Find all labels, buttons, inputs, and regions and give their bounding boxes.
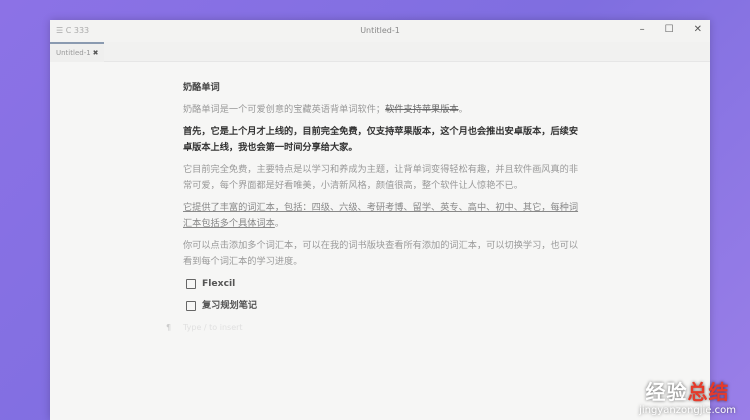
checkbox[interactable] bbox=[186, 301, 196, 311]
p1-text: 奶酪单词是一个可爱创意的宝藏英语背单词软件； bbox=[183, 104, 386, 115]
p1-end: 。 bbox=[458, 104, 468, 115]
underlined-text: 它提供了丰富的词汇本，包括：四级、六级、考研考博、留学、英专、高中、初中、其它，… bbox=[183, 202, 579, 229]
empty-line-placeholder[interactable]: ¶ Type / to insert bbox=[166, 320, 583, 336]
checkbox[interactable] bbox=[186, 279, 196, 289]
document-body[interactable]: 奶酪单词 奶酪单词是一个可爱创意的宝藏英语背单词软件；软件支持苹果版本。 首先，… bbox=[166, 80, 583, 336]
editor-window: ☰ C 333 Untitled-1 – ☐ ✕ Untitled-1 ✖ 奶酪单… bbox=[50, 20, 710, 420]
tab-label: Untitled-1 bbox=[56, 49, 91, 57]
task-item: Flexcil bbox=[186, 276, 583, 292]
tab-bar: Untitled-1 ✖ bbox=[50, 42, 710, 62]
task-label: 复习规划笔记 bbox=[202, 300, 258, 311]
paragraph-2: 首先，它是上个月才上线的，目前完全免费，仅支持苹果版本，这个月也会推出安卓版本，… bbox=[183, 126, 579, 153]
watermark-text-a: 经验 bbox=[645, 380, 688, 404]
close-button[interactable]: ✕ bbox=[694, 24, 702, 35]
doc-heading: 奶酪单词 bbox=[183, 82, 220, 93]
task-label: Flexcil bbox=[202, 278, 236, 289]
task-item: 复习规划笔记 bbox=[186, 298, 583, 314]
paragraph-4: 它提供了丰富的词汇本，包括：四级、六级、考研考博、留学、英专、高中、初中、其它，… bbox=[183, 200, 583, 232]
paragraph-5: 你可以点击添加多个词汇本，可以在我的词书版块查看所有添加的词汇本，可以切换学习，… bbox=[183, 240, 579, 267]
paragraph-3: 它目前完全免费，主要特点是以学习和养成为主题，让背单词变得轻松有趣，并且软件画风… bbox=[183, 164, 579, 191]
paragraph-1: 奶酪单词是一个可爱创意的宝藏英语背单词软件；软件支持苹果版本。 bbox=[183, 102, 583, 118]
watermark: 经验总结 jingyanzongjie.com bbox=[639, 376, 736, 416]
minimize-button[interactable]: – bbox=[640, 24, 645, 35]
title-bar: ☰ C 333 Untitled-1 – ☐ ✕ bbox=[50, 20, 710, 42]
watermark-text-b: 总结 bbox=[687, 380, 730, 404]
tab-untitled-1[interactable]: Untitled-1 ✖ bbox=[50, 42, 104, 62]
placeholder-text: Type / to insert bbox=[183, 323, 243, 332]
tab-close-icon[interactable]: ✖ bbox=[93, 49, 99, 57]
watermark-url: jingyanzongjie.com bbox=[639, 405, 736, 416]
maximize-button[interactable]: ☐ bbox=[665, 24, 674, 35]
window-title: Untitled-1 bbox=[360, 26, 400, 35]
p4-end: 。 bbox=[274, 218, 285, 229]
pilcrow-icon: ¶ bbox=[166, 323, 172, 332]
strikethrough-text: 软件支持苹果版本 bbox=[385, 104, 459, 115]
